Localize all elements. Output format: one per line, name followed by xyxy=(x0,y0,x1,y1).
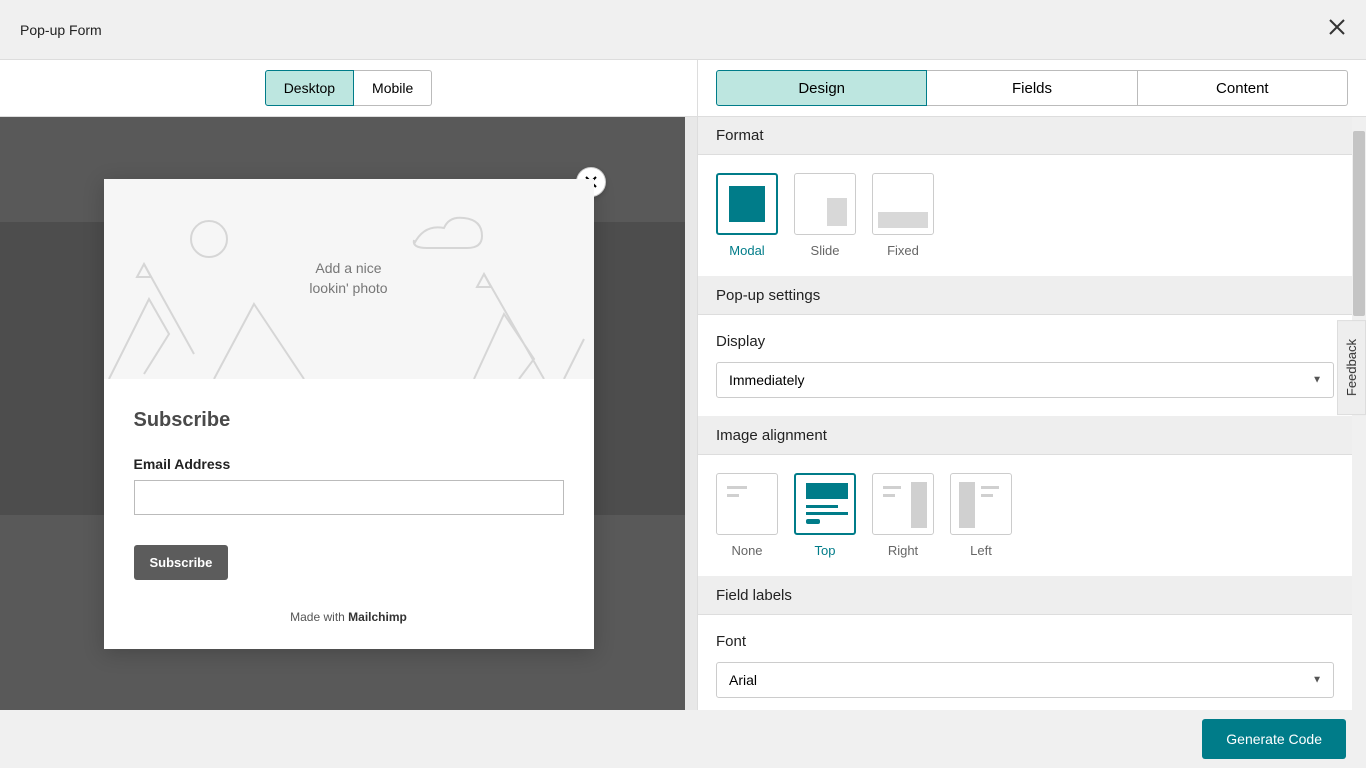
section-field-labels-header: Field labels xyxy=(698,577,1352,615)
font-select[interactable] xyxy=(716,662,1334,698)
section-field-labels-body: Font ▼ xyxy=(698,615,1352,710)
display-label: Display xyxy=(716,333,1334,350)
preview-area: Add a nice lookin' photo Subscribe Email… xyxy=(0,117,697,710)
section-popup-settings-header: Pop-up settings xyxy=(698,277,1352,315)
device-desktop-button[interactable]: Desktop xyxy=(265,70,354,106)
section-format-body: Modal Slide Fixed xyxy=(698,155,1352,277)
device-mobile-button[interactable]: Mobile xyxy=(354,70,432,106)
preview-panel: Desktop Mobile Add a nice xyxy=(0,60,698,710)
tab-fields[interactable]: Fields xyxy=(927,70,1137,106)
section-format-header: Format xyxy=(698,117,1352,155)
format-option-modal[interactable]: Modal xyxy=(716,173,778,258)
align-option-top[interactable]: Top xyxy=(794,473,856,558)
section-image-alignment-body: None Top Right xyxy=(698,455,1352,577)
settings-scroll: Format Modal Slide Fixed xyxy=(698,117,1366,710)
settings-scrollbar-thumb[interactable] xyxy=(1353,131,1365,316)
settings-tabs: Design Fields Content xyxy=(698,60,1366,117)
tab-content[interactable]: Content xyxy=(1138,70,1348,106)
align-option-none[interactable]: None xyxy=(716,473,778,558)
email-field[interactable] xyxy=(134,480,564,515)
feedback-tab[interactable]: Feedback xyxy=(1337,320,1366,415)
align-option-right[interactable]: Right xyxy=(872,473,934,558)
page-title: Pop-up Form xyxy=(20,22,102,38)
popup-footer: Made with Mailchimp xyxy=(104,610,594,649)
close-icon[interactable] xyxy=(1328,18,1346,42)
font-label: Font xyxy=(716,633,1334,650)
popup-image-placeholder[interactable]: Add a nice lookin' photo xyxy=(104,179,594,379)
main-area: Desktop Mobile Add a nice xyxy=(0,60,1366,710)
tab-design[interactable]: Design xyxy=(716,70,927,106)
section-image-alignment-header: Image alignment xyxy=(698,417,1352,455)
section-popup-settings-body: Display ▼ xyxy=(698,315,1352,417)
format-option-fixed[interactable]: Fixed xyxy=(872,173,934,258)
popup-preview: Add a nice lookin' photo Subscribe Email… xyxy=(104,179,594,649)
popup-body: Subscribe Email Address Subscribe xyxy=(104,379,594,610)
preview-scrollbar[interactable] xyxy=(685,117,697,710)
footer-bar: Generate Code xyxy=(0,710,1366,768)
popup-heading: Subscribe xyxy=(134,409,564,432)
email-label: Email Address xyxy=(134,456,564,472)
generate-code-button[interactable]: Generate Code xyxy=(1202,719,1346,759)
popup-image-text: Add a nice lookin' photo xyxy=(309,259,387,298)
subscribe-button[interactable]: Subscribe xyxy=(134,545,229,580)
settings-panel: Design Fields Content Format Modal xyxy=(698,60,1366,710)
format-option-slide[interactable]: Slide xyxy=(794,173,856,258)
display-select[interactable] xyxy=(716,362,1334,398)
align-option-left[interactable]: Left xyxy=(950,473,1012,558)
header: Pop-up Form xyxy=(0,0,1366,60)
device-toggle: Desktop Mobile xyxy=(0,60,697,117)
